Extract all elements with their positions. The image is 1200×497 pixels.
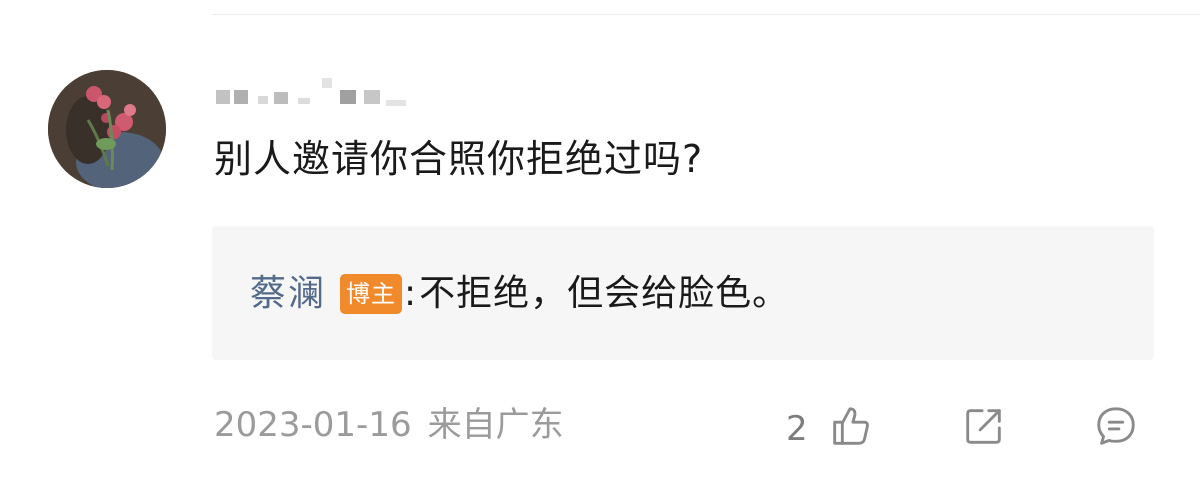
comment-meta: 2023-01-16 来自广东 bbox=[214, 400, 564, 450]
avatar-image bbox=[48, 70, 166, 188]
comment-date: 2023-01-16 bbox=[214, 405, 412, 445]
like-count: 2 bbox=[786, 409, 808, 449]
reply-author-link[interactable]: 蔡澜 bbox=[250, 270, 326, 318]
comment-icon bbox=[1097, 407, 1135, 445]
reply-line: 蔡澜 博主 : 不拒绝，但会给脸色。 bbox=[250, 270, 789, 318]
username-obscured[interactable] bbox=[216, 78, 416, 110]
blogger-badge: 博主 bbox=[340, 274, 403, 314]
comment-location: 来自广东 bbox=[427, 405, 564, 445]
like-button[interactable] bbox=[824, 400, 876, 452]
reply-separator: : bbox=[404, 273, 418, 314]
top-divider bbox=[212, 14, 1200, 15]
comment-text: 别人邀请你合照你拒绝过吗? bbox=[214, 137, 704, 181]
comment-button[interactable] bbox=[1090, 400, 1142, 452]
avatar[interactable] bbox=[48, 70, 166, 188]
reply-box[interactable]: 蔡澜 博主 : 不拒绝，但会给脸色。 bbox=[212, 226, 1154, 360]
share-icon bbox=[966, 409, 1001, 444]
thumbs-up-icon bbox=[833, 407, 869, 445]
share-button[interactable] bbox=[958, 400, 1010, 452]
reply-text: 不拒绝，但会给脸色。 bbox=[419, 273, 790, 314]
